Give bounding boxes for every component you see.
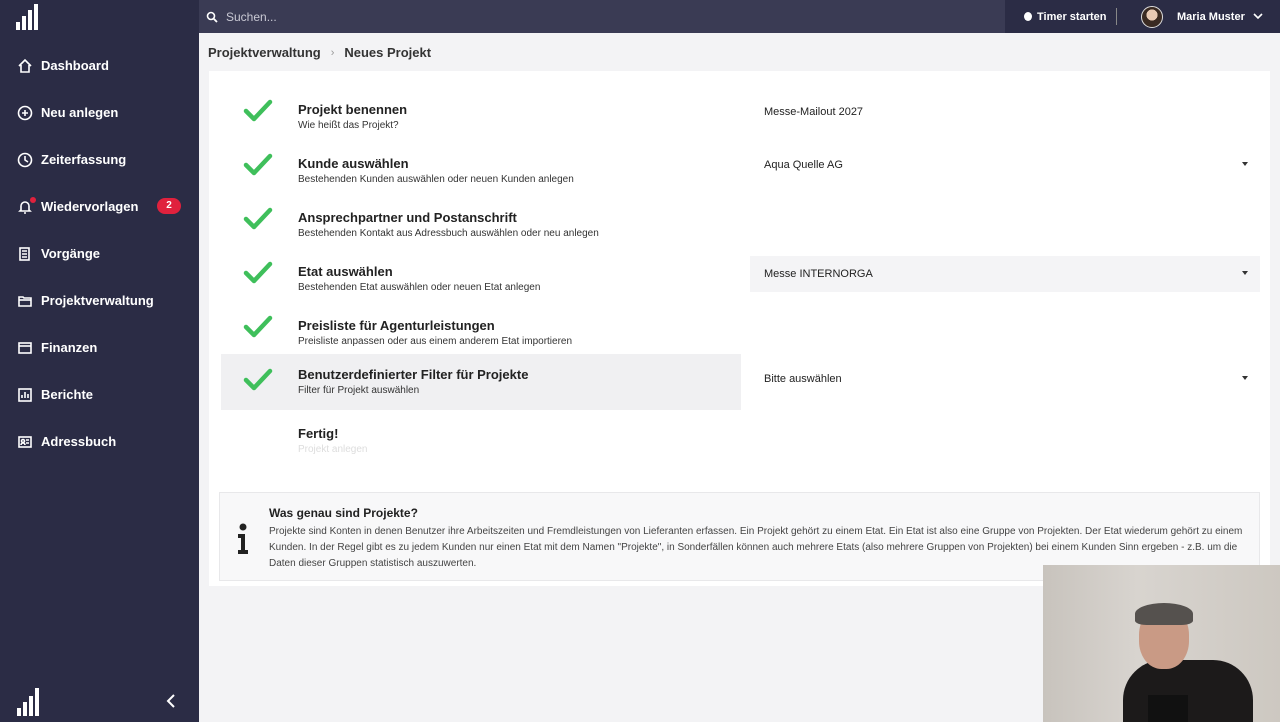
documents-icon — [17, 246, 33, 262]
info-title: Was genau sind Projekte? — [269, 506, 418, 520]
caret-down-icon — [1242, 271, 1248, 275]
check-icon — [243, 99, 273, 122]
plus-circle-icon — [17, 105, 33, 121]
sidebar-item-label: Finanzen — [41, 340, 98, 355]
project-name-value: Messe-Mailout 2027 — [764, 106, 864, 118]
timer-label: Timer starten — [1037, 10, 1107, 23]
microphone — [1148, 695, 1188, 722]
sidebar-nav: Dashboard Neu anlegen Zeiterfassung Wied… — [0, 42, 199, 465]
person-hair — [1135, 603, 1193, 625]
search-icon — [206, 11, 218, 23]
info-icon — [238, 523, 248, 554]
step-title: Projekt benennen — [298, 102, 408, 117]
wallet-icon — [17, 340, 33, 356]
clock-icon — [17, 152, 33, 168]
app-logo[interactable] — [16, 4, 38, 30]
sidebar: Dashboard Neu anlegen Zeiterfassung Wied… — [0, 0, 199, 722]
check-icon — [243, 368, 273, 391]
webcam-overlay — [1043, 565, 1280, 722]
topbar: Timer starten Maria Muster — [199, 0, 1280, 33]
step-title: Ansprechpartner und Postanschrift — [298, 210, 517, 225]
wizard-step-filter[interactable]: Benutzerdefinierter Filter für Projekte … — [221, 354, 741, 410]
budget-value: Messe INTERNORGA — [764, 268, 873, 280]
caret-down-icon — [1242, 162, 1248, 166]
chevron-down-icon — [1253, 13, 1263, 20]
sidebar-item-label: Adressbuch — [41, 434, 117, 449]
notification-dot — [30, 197, 36, 203]
sidebar-item-label: Projektverwaltung — [41, 293, 154, 308]
sidebar-item-wiedervorlagen[interactable]: Wiedervorlagen 2 — [0, 183, 199, 230]
customer-value: Aqua Quelle AG — [764, 159, 843, 171]
user-menu[interactable]: Maria Muster — [1141, 0, 1263, 33]
sidebar-item-vorgaenge[interactable]: Vorgänge — [0, 230, 199, 277]
budget-select[interactable]: Messe INTERNORGA — [750, 256, 1260, 292]
search-input[interactable] — [226, 9, 926, 24]
step-title: Benutzerdefinierter Filter für Projekte — [298, 367, 529, 382]
sidebar-item-label: Wiedervorlagen — [41, 199, 139, 214]
app-logo-bottom — [17, 688, 39, 716]
folder-icon — [17, 293, 33, 309]
wizard-step-budget[interactable]: Etat auswählen Bestehenden Etat auswähle… — [221, 251, 741, 305]
check-icon — [243, 261, 273, 284]
avatar — [1141, 5, 1163, 28]
sidebar-item-finanzen[interactable]: Finanzen — [0, 324, 199, 371]
filter-select[interactable]: Bitte auswählen — [750, 361, 1260, 397]
sidebar-item-berichte[interactable]: Berichte — [0, 371, 199, 418]
sidebar-item-neu-anlegen[interactable]: Neu anlegen — [0, 89, 199, 136]
sidebar-item-label: Zeiterfassung — [41, 152, 127, 167]
address-card-icon — [17, 434, 33, 450]
step-subtitle: Preisliste anpassen oder aus einem ander… — [298, 336, 573, 347]
step-subtitle: Bestehenden Kunden auswählen oder neuen … — [298, 174, 574, 185]
step-subtitle: Bestehenden Etat auswählen oder neuen Et… — [298, 282, 541, 293]
sidebar-item-label: Dashboard — [41, 58, 109, 73]
breadcrumb-parent[interactable]: Projektverwaltung — [208, 45, 321, 60]
project-name-field[interactable]: Messe-Mailout 2027 — [750, 94, 1260, 130]
search-bar[interactable] — [199, 0, 1005, 33]
sidebar-item-label: Neu anlegen — [41, 105, 119, 120]
wizard-step-finish[interactable]: Fertig! Projekt anlegen — [221, 413, 741, 467]
sidebar-item-label: Berichte — [41, 387, 94, 402]
home-icon — [17, 58, 33, 74]
step-subtitle: Wie heißt das Projekt? — [298, 120, 399, 131]
step-subtitle: Projekt anlegen — [298, 444, 368, 455]
customer-select[interactable]: Aqua Quelle AG — [750, 147, 1260, 183]
step-subtitle: Filter für Projekt auswählen — [298, 385, 420, 396]
breadcrumb: Projektverwaltung › Neues Projekt — [208, 45, 431, 60]
chart-icon — [17, 387, 33, 403]
person-body — [1123, 660, 1253, 722]
step-title: Fertig! — [298, 426, 339, 441]
count-badge: 2 — [157, 198, 181, 214]
sidebar-item-projektverwaltung[interactable]: Projektverwaltung — [0, 277, 199, 324]
timer-start-button[interactable]: Timer starten — [1024, 0, 1107, 33]
step-title: Preisliste für Agenturleistungen — [298, 318, 495, 333]
wizard-step-name[interactable]: Projekt benennen Wie heißt das Projekt? — [221, 89, 741, 143]
sidebar-item-adressbuch[interactable]: Adressbuch — [0, 418, 199, 465]
step-title: Kunde auswählen — [298, 156, 409, 171]
check-icon — [243, 153, 273, 176]
stopwatch-icon — [1024, 12, 1032, 21]
wizard-step-contact[interactable]: Ansprechpartner und Postanschrift Besteh… — [221, 197, 741, 251]
sidebar-item-label: Vorgänge — [41, 246, 100, 261]
chevron-left-icon — [166, 694, 175, 708]
sidebar-item-dashboard[interactable]: Dashboard — [0, 42, 199, 89]
collapse-sidebar-button[interactable] — [163, 692, 179, 710]
step-subtitle: Bestehenden Kontakt aus Adressbuch auswä… — [298, 228, 599, 239]
caret-down-icon — [1242, 376, 1248, 380]
divider — [1116, 8, 1117, 25]
check-icon — [243, 315, 273, 338]
wizard-step-pricelist[interactable]: Preisliste für Agenturleistungen Preisli… — [221, 305, 741, 359]
user-name: Maria Muster — [1177, 10, 1245, 23]
filter-value: Bitte auswählen — [764, 373, 842, 385]
sidebar-item-zeiterfassung[interactable]: Zeiterfassung — [0, 136, 199, 183]
check-icon — [243, 207, 273, 230]
step-title: Etat auswählen — [298, 264, 393, 279]
wizard-step-customer[interactable]: Kunde auswählen Bestehenden Kunden auswä… — [221, 143, 741, 197]
chevron-right-icon: › — [330, 46, 335, 59]
breadcrumb-current: Neues Projekt — [344, 45, 432, 60]
